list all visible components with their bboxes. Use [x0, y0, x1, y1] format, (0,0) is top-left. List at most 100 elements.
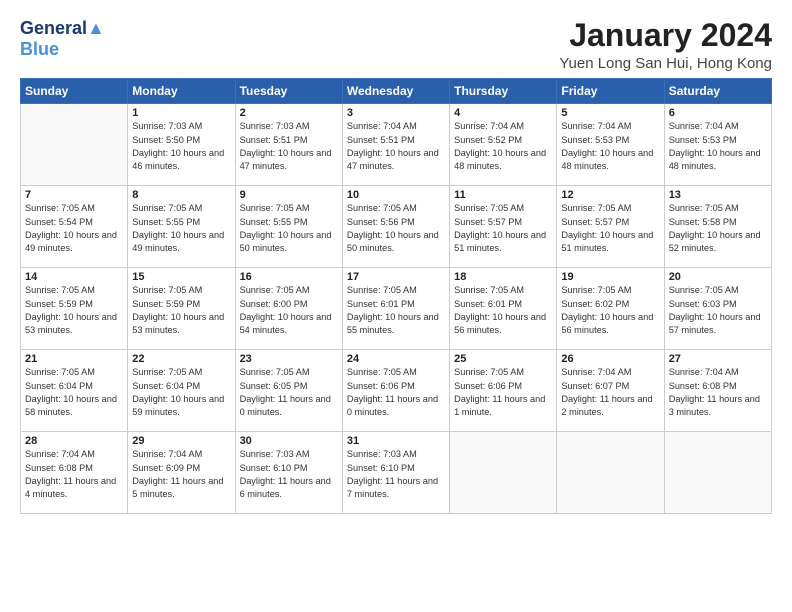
header-row: Sunday Monday Tuesday Wednesday Thursday…: [21, 79, 772, 104]
calendar-cell: [664, 432, 771, 514]
day-number: 13: [669, 189, 767, 201]
day-number: 17: [347, 271, 445, 283]
calendar-cell: [21, 104, 128, 186]
title-block: January 2024 Yuen Long San Hui, Hong Kon…: [559, 18, 772, 72]
sun-info: Sunrise: 7:05 AMSunset: 6:03 PMDaylight:…: [669, 285, 761, 335]
day-number: 7: [25, 189, 123, 201]
calendar-cell: 27 Sunrise: 7:04 AMSunset: 6:08 PMDaylig…: [664, 350, 771, 432]
calendar-cell: 10 Sunrise: 7:05 AMSunset: 5:56 PMDaylig…: [342, 186, 449, 268]
sun-info: Sunrise: 7:05 AMSunset: 5:59 PMDaylight:…: [132, 285, 224, 335]
calendar-cell: 11 Sunrise: 7:05 AMSunset: 5:57 PMDaylig…: [450, 186, 557, 268]
day-number: 16: [240, 271, 338, 283]
sun-info: Sunrise: 7:04 AMSunset: 5:53 PMDaylight:…: [669, 121, 761, 171]
calendar-cell: 2 Sunrise: 7:03 AMSunset: 5:51 PMDayligh…: [235, 104, 342, 186]
calendar-cell: 13 Sunrise: 7:05 AMSunset: 5:58 PMDaylig…: [664, 186, 771, 268]
day-number: 24: [347, 353, 445, 365]
sun-info: Sunrise: 7:04 AMSunset: 6:08 PMDaylight:…: [25, 449, 116, 499]
calendar-cell: [450, 432, 557, 514]
calendar-cell: 22 Sunrise: 7:05 AMSunset: 6:04 PMDaylig…: [128, 350, 235, 432]
day-number: 10: [347, 189, 445, 201]
calendar-cell: 23 Sunrise: 7:05 AMSunset: 6:05 PMDaylig…: [235, 350, 342, 432]
sun-info: Sunrise: 7:04 AMSunset: 6:07 PMDaylight:…: [561, 367, 652, 417]
calendar-cell: 7 Sunrise: 7:05 AMSunset: 5:54 PMDayligh…: [21, 186, 128, 268]
day-number: 9: [240, 189, 338, 201]
col-wednesday: Wednesday: [342, 79, 449, 104]
header: General▲ Blue January 2024 Yuen Long San…: [20, 18, 772, 72]
calendar-cell: [557, 432, 664, 514]
sun-info: Sunrise: 7:03 AMSunset: 5:50 PMDaylight:…: [132, 121, 224, 171]
sun-info: Sunrise: 7:04 AMSunset: 6:08 PMDaylight:…: [669, 367, 760, 417]
col-sunday: Sunday: [21, 79, 128, 104]
day-number: 28: [25, 435, 123, 447]
table-row: 1 Sunrise: 7:03 AMSunset: 5:50 PMDayligh…: [21, 104, 772, 186]
col-tuesday: Tuesday: [235, 79, 342, 104]
day-number: 21: [25, 353, 123, 365]
sun-info: Sunrise: 7:05 AMSunset: 5:57 PMDaylight:…: [561, 203, 653, 253]
calendar-cell: 21 Sunrise: 7:05 AMSunset: 6:04 PMDaylig…: [21, 350, 128, 432]
col-thursday: Thursday: [450, 79, 557, 104]
sun-info: Sunrise: 7:05 AMSunset: 6:04 PMDaylight:…: [25, 367, 117, 417]
sun-info: Sunrise: 7:05 AMSunset: 5:56 PMDaylight:…: [347, 203, 439, 253]
logo-text: General▲ Blue: [20, 18, 105, 59]
day-number: 4: [454, 107, 552, 119]
calendar-cell: 20 Sunrise: 7:05 AMSunset: 6:03 PMDaylig…: [664, 268, 771, 350]
sun-info: Sunrise: 7:04 AMSunset: 5:53 PMDaylight:…: [561, 121, 653, 171]
day-number: 15: [132, 271, 230, 283]
day-number: 19: [561, 271, 659, 283]
day-number: 25: [454, 353, 552, 365]
calendar-cell: 14 Sunrise: 7:05 AMSunset: 5:59 PMDaylig…: [21, 268, 128, 350]
calendar-cell: 24 Sunrise: 7:05 AMSunset: 6:06 PMDaylig…: [342, 350, 449, 432]
calendar-subtitle: Yuen Long San Hui, Hong Kong: [559, 55, 772, 72]
day-number: 14: [25, 271, 123, 283]
calendar-cell: 19 Sunrise: 7:05 AMSunset: 6:02 PMDaylig…: [557, 268, 664, 350]
calendar-cell: 8 Sunrise: 7:05 AMSunset: 5:55 PMDayligh…: [128, 186, 235, 268]
sun-info: Sunrise: 7:03 AMSunset: 6:10 PMDaylight:…: [240, 449, 331, 499]
calendar-cell: 17 Sunrise: 7:05 AMSunset: 6:01 PMDaylig…: [342, 268, 449, 350]
day-number: 29: [132, 435, 230, 447]
calendar-cell: 4 Sunrise: 7:04 AMSunset: 5:52 PMDayligh…: [450, 104, 557, 186]
sun-info: Sunrise: 7:05 AMSunset: 6:06 PMDaylight:…: [347, 367, 438, 417]
sun-info: Sunrise: 7:05 AMSunset: 6:01 PMDaylight:…: [454, 285, 546, 335]
calendar-cell: 3 Sunrise: 7:04 AMSunset: 5:51 PMDayligh…: [342, 104, 449, 186]
day-number: 31: [347, 435, 445, 447]
calendar-table: Sunday Monday Tuesday Wednesday Thursday…: [20, 78, 772, 514]
col-friday: Friday: [557, 79, 664, 104]
day-number: 8: [132, 189, 230, 201]
calendar-cell: 16 Sunrise: 7:05 AMSunset: 6:00 PMDaylig…: [235, 268, 342, 350]
calendar-cell: 9 Sunrise: 7:05 AMSunset: 5:55 PMDayligh…: [235, 186, 342, 268]
sun-info: Sunrise: 7:03 AMSunset: 6:10 PMDaylight:…: [347, 449, 438, 499]
sun-info: Sunrise: 7:04 AMSunset: 5:51 PMDaylight:…: [347, 121, 439, 171]
col-monday: Monday: [128, 79, 235, 104]
calendar-title: January 2024: [559, 18, 772, 53]
col-saturday: Saturday: [664, 79, 771, 104]
calendar-cell: 15 Sunrise: 7:05 AMSunset: 5:59 PMDaylig…: [128, 268, 235, 350]
day-number: 3: [347, 107, 445, 119]
calendar-cell: 25 Sunrise: 7:05 AMSunset: 6:06 PMDaylig…: [450, 350, 557, 432]
calendar-cell: 12 Sunrise: 7:05 AMSunset: 5:57 PMDaylig…: [557, 186, 664, 268]
day-number: 1: [132, 107, 230, 119]
sun-info: Sunrise: 7:04 AMSunset: 6:09 PMDaylight:…: [132, 449, 223, 499]
sun-info: Sunrise: 7:05 AMSunset: 6:01 PMDaylight:…: [347, 285, 439, 335]
sun-info: Sunrise: 7:05 AMSunset: 5:54 PMDaylight:…: [25, 203, 117, 253]
sun-info: Sunrise: 7:05 AMSunset: 5:58 PMDaylight:…: [669, 203, 761, 253]
calendar-page: General▲ Blue January 2024 Yuen Long San…: [0, 0, 792, 612]
calendar-cell: 28 Sunrise: 7:04 AMSunset: 6:08 PMDaylig…: [21, 432, 128, 514]
calendar-cell: 31 Sunrise: 7:03 AMSunset: 6:10 PMDaylig…: [342, 432, 449, 514]
sun-info: Sunrise: 7:05 AMSunset: 6:05 PMDaylight:…: [240, 367, 331, 417]
calendar-cell: 26 Sunrise: 7:04 AMSunset: 6:07 PMDaylig…: [557, 350, 664, 432]
day-number: 12: [561, 189, 659, 201]
sun-info: Sunrise: 7:04 AMSunset: 5:52 PMDaylight:…: [454, 121, 546, 171]
calendar-cell: 6 Sunrise: 7:04 AMSunset: 5:53 PMDayligh…: [664, 104, 771, 186]
calendar-cell: 1 Sunrise: 7:03 AMSunset: 5:50 PMDayligh…: [128, 104, 235, 186]
day-number: 6: [669, 107, 767, 119]
calendar-cell: 30 Sunrise: 7:03 AMSunset: 6:10 PMDaylig…: [235, 432, 342, 514]
sun-info: Sunrise: 7:05 AMSunset: 5:55 PMDaylight:…: [240, 203, 332, 253]
day-number: 30: [240, 435, 338, 447]
sun-info: Sunrise: 7:05 AMSunset: 5:57 PMDaylight:…: [454, 203, 546, 253]
table-row: 28 Sunrise: 7:04 AMSunset: 6:08 PMDaylig…: [21, 432, 772, 514]
day-number: 5: [561, 107, 659, 119]
calendar-cell: 29 Sunrise: 7:04 AMSunset: 6:09 PMDaylig…: [128, 432, 235, 514]
day-number: 22: [132, 353, 230, 365]
day-number: 2: [240, 107, 338, 119]
table-row: 14 Sunrise: 7:05 AMSunset: 5:59 PMDaylig…: [21, 268, 772, 350]
